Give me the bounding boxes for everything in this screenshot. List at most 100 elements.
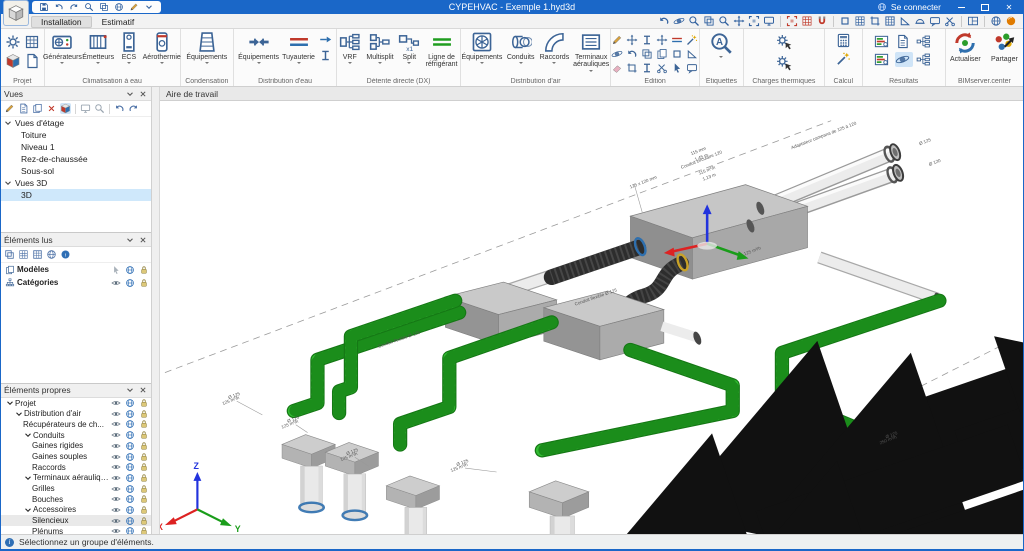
table-view-icon[interactable]	[32, 249, 43, 260]
comment-icon[interactable]	[929, 15, 941, 27]
visibility-globe-icon[interactable]	[125, 526, 135, 534]
lock-icon[interactable]	[139, 278, 149, 288]
sphere-icon[interactable]	[1005, 15, 1017, 27]
tree-item-pl-nums[interactable]: Plénums	[1, 526, 151, 534]
results-tree-icon[interactable]	[916, 52, 934, 67]
sidebar-splitter[interactable]	[152, 87, 160, 534]
eye-icon[interactable]	[111, 462, 121, 472]
ribbon-item-generateurs[interactable]: Générateurs	[45, 31, 81, 66]
tree-item-toiture[interactable]: Toiture	[1, 129, 151, 141]
visibility-globe-icon[interactable]	[125, 452, 135, 462]
thermal-loads-edit-icon[interactable]	[775, 54, 793, 72]
ribbon-item-multisplit[interactable]: Multisplit	[364, 31, 395, 69]
lock-icon[interactable]	[139, 484, 149, 494]
ribbon-item-equipements-eau[interactable]: Équipements	[239, 31, 279, 66]
ribbon-item-tuyauterie[interactable]: Tuyauterie	[281, 31, 317, 66]
measure-icon[interactable]	[686, 48, 699, 60]
flex-duct-route-4[interactable]	[542, 350, 733, 450]
visibility-globe-icon[interactable]	[125, 430, 135, 440]
view-next-icon[interactable]	[128, 103, 139, 114]
lock-icon[interactable]	[139, 441, 149, 451]
signin-button[interactable]: Se connecter	[877, 2, 941, 12]
warnings-icon[interactable]	[895, 52, 913, 67]
drawings-icon[interactable]	[24, 53, 40, 69]
tree-item-niveau-1[interactable]: Niveau 1	[1, 141, 151, 153]
full-screen-icon[interactable]	[763, 15, 775, 27]
center-view-icon[interactable]	[748, 15, 760, 27]
pan-icon[interactable]	[733, 15, 745, 27]
visibility-globe-icon[interactable]	[125, 516, 135, 526]
tree-item-sous-sol[interactable]: Sous-sol	[1, 165, 151, 177]
pipe-support-icon[interactable]	[319, 49, 332, 62]
web-globe-icon[interactable]	[990, 15, 1002, 27]
orbit-icon[interactable]	[673, 15, 685, 27]
eye-icon[interactable]	[111, 516, 121, 526]
lock-icon[interactable]	[139, 409, 149, 419]
erase-icon[interactable]	[611, 62, 624, 74]
app-logo[interactable]	[4, 1, 28, 25]
copy-icon[interactable]	[641, 48, 654, 60]
visibility-globe-icon[interactable]	[125, 473, 135, 483]
layout-panes-icon[interactable]	[967, 15, 979, 27]
visibility-globe-icon[interactable]	[125, 441, 135, 451]
eye-icon[interactable]	[111, 452, 121, 462]
view-zoom-icon[interactable]	[94, 103, 105, 114]
eye-icon[interactable]	[111, 526, 121, 534]
tab-estimatif[interactable]: Estimatif	[92, 16, 145, 28]
row-categories[interactable]: Catégories	[1, 276, 151, 289]
general-options-icon[interactable]	[5, 34, 21, 50]
stretch-icon[interactable]	[641, 62, 654, 74]
visibility-globe-icon[interactable]	[125, 419, 135, 429]
tree-item-projet[interactable]: Projet	[1, 398, 151, 409]
lock-icon[interactable]	[139, 452, 149, 462]
symmetry-icon[interactable]	[611, 48, 624, 60]
ribbon-item-ligne-refrigerant[interactable]: Ligne de réfrigérant	[423, 31, 460, 69]
3d-model-icon[interactable]	[5, 53, 21, 69]
floor-terminal-1[interactable]	[282, 435, 335, 513]
heat-recovery-unit[interactable]	[630, 185, 807, 279]
maximize-button[interactable]	[973, 1, 997, 14]
insulated-flex-duct[interactable]	[552, 237, 648, 277]
rotate-icon[interactable]	[626, 48, 639, 60]
visibility-globe-icon[interactable]	[125, 484, 135, 494]
visibility-globe-icon[interactable]	[125, 494, 135, 504]
ribbon-item-split[interactable]: Split	[398, 31, 421, 69]
snap-point-icon[interactable]	[869, 15, 881, 27]
move-icon[interactable]	[656, 34, 669, 46]
ribbon-item-actualiser[interactable]: Actualiser	[946, 31, 984, 63]
panel-close-icon[interactable]	[138, 385, 148, 395]
ribbon-item-emetteurs[interactable]: Émetteurs	[82, 31, 114, 66]
eye-icon[interactable]	[111, 419, 121, 429]
row-modeles[interactable]: Modèles	[1, 263, 151, 276]
select-icon[interactable]	[671, 62, 684, 74]
redraw-icon[interactable]	[786, 15, 798, 27]
lock-icon[interactable]	[139, 265, 149, 275]
tree-item-rez-de-chaussee[interactable]: Rez-de-chaussée	[1, 153, 151, 165]
results-bars2-icon[interactable]	[874, 52, 892, 67]
lock-icon[interactable]	[139, 430, 149, 440]
lock-icon[interactable]	[139, 526, 149, 534]
lock-icon[interactable]	[139, 473, 149, 483]
visibility-globe-icon[interactable]	[125, 462, 135, 472]
cut-icon[interactable]	[944, 15, 956, 27]
lock-icon[interactable]	[139, 398, 149, 408]
align-vertical-icon[interactable]	[641, 34, 654, 46]
tree-item-terminaux-a-rauliqu[interactable]: Terminaux aérauliqu...	[1, 473, 151, 484]
tree-item-grilles[interactable]: Grilles	[1, 483, 151, 494]
ribbon-item-terminaux-aerauliques[interactable]: Terminaux aérauliques	[572, 31, 610, 74]
grid-view-icon[interactable]	[18, 249, 29, 260]
reference-grid-icon[interactable]	[801, 15, 813, 27]
eye-icon[interactable]	[111, 278, 121, 288]
visibility-globe-icon[interactable]	[125, 398, 135, 408]
results-scheme-icon[interactable]	[916, 34, 934, 49]
zoom-previous-icon[interactable]	[718, 15, 730, 27]
zoom-scale-icon[interactable]	[703, 15, 715, 27]
update-results-icon[interactable]	[836, 51, 851, 66]
tree-item-raccords[interactable]: Raccords	[1, 462, 151, 473]
ortho-icon[interactable]	[839, 15, 851, 27]
close-button[interactable]: ✕	[997, 1, 1021, 14]
set-square-icon[interactable]	[899, 15, 911, 27]
minimize-button[interactable]	[949, 1, 973, 14]
tree-group-vues-etage[interactable]: Vues d'étage	[1, 117, 151, 129]
floor-terminal-3[interactable]	[386, 476, 439, 534]
